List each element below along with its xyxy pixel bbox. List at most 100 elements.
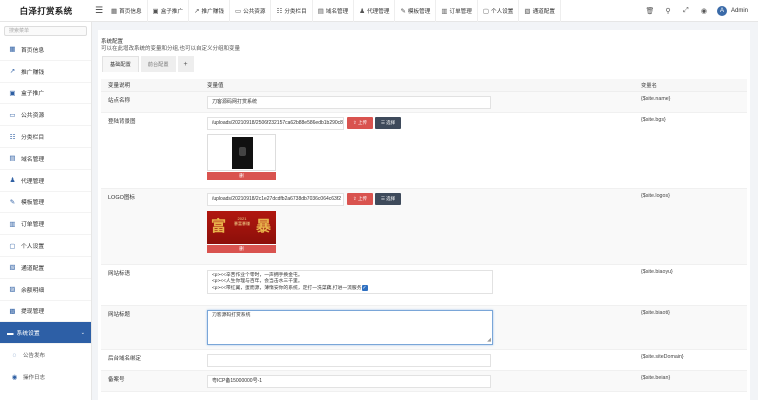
table-row: 站点名称 刀客源码网打赏系统 {$site.name} <box>101 92 747 113</box>
sidebar-item-order[interactable]: ▥ 订单管理 <box>0 213 91 236</box>
tab-frontend[interactable]: 前台配置 <box>140 56 176 72</box>
sidebar-item-agent[interactable]: ♟ 代理管理 <box>0 170 91 192</box>
beian-input[interactable]: 粤ICP备15000000号-1 <box>207 375 491 388</box>
share-icon: ↗ <box>9 68 16 76</box>
sidebar-item-withdraw[interactable]: ▩ 提现管理 <box>0 301 91 323</box>
notice-icon: ◌ <box>12 351 17 359</box>
bg-upload-button[interactable]: ⇪ 上传 <box>347 117 373 129</box>
topnav-item-share[interactable]: ↗ 推广赚钱 <box>189 0 230 22</box>
table-row: LOGO图标 /uploads/20210918/2c1e27dcdfb2a67… <box>101 189 747 265</box>
row-var: {$site.biaoyu} <box>641 269 673 275</box>
row-var: {$site.siteDomain} <box>641 354 684 360</box>
config-card: 系统配置 可以在此增改系统的变量和分组,也可以自定义分组和变量 基础配置 前台配… <box>98 30 750 400</box>
row-var: {$site.biaoti} <box>641 310 670 316</box>
topnav-item-order[interactable]: ▥ 订单管理 <box>436 0 478 22</box>
table-row: 网站标题 刀客源码打赏系统 ◢ {$site.biaoti} <box>101 306 747 350</box>
row-label: LOGO图标 <box>108 195 135 201</box>
fullscreen-icon[interactable]: ⤢ <box>677 0 695 22</box>
sidebar: 搜索菜单 ▦ 首页信息 ↗ 推广赚钱 ▣ 盒子推广 ▭ 公共资源 ☷ 分类栏目 ▤ 域名管理… <box>0 22 92 400</box>
main-content: 系统配置 可以在此增改系统的变量和分组,也可以自定义分组和变量 基础配置 前台配… <box>92 22 758 400</box>
sidebar-item-system[interactable]: ▬ 系统设置 ⌄ <box>0 322 91 345</box>
sidebar-item-category[interactable]: ☷ 分类栏目 <box>0 126 91 148</box>
row-label: 站点名称 <box>108 98 131 104</box>
mask-emblem-icon <box>239 147 246 156</box>
home-icon: ▦ <box>9 46 16 54</box>
bg-image-path-input[interactable]: /uploads/20210918/2506f232157ca62b88e586… <box>207 117 344 130</box>
sidebar-item-balance[interactable]: ▨ 余额明细 <box>0 279 91 301</box>
broadcast-icon[interactable]: ◉ <box>695 0 713 22</box>
template-icon: ✎ <box>400 7 406 15</box>
sidebar-item-resource[interactable]: ▭ 公共资源 <box>0 104 91 127</box>
sidebar-item-home[interactable]: ▦ 首页信息 <box>0 39 91 61</box>
topnav-item-template[interactable]: ✎ 模板管理 <box>395 0 437 22</box>
logo-mid-text: 2021 暴富暴赚 <box>234 216 250 226</box>
topnav-item-domain[interactable]: ▤ 域名管理 <box>313 0 355 22</box>
logo-select-button[interactable]: ☰ 选择 <box>375 193 401 205</box>
add-tab-button[interactable]: + <box>177 56 194 72</box>
home-icon: ▦ <box>111 7 118 15</box>
menu-toggle-icon[interactable]: ☰ <box>92 0 106 22</box>
resize-handle-icon[interactable]: ◢ <box>487 337 491 343</box>
site-title-textarea[interactable]: 刀客源码打赏系统 ◢ <box>207 310 493 345</box>
user-menu[interactable]: A Admin <box>713 6 758 16</box>
config-tabs: 基础配置 前台配置 + <box>102 56 196 72</box>
user-name: Admin <box>730 8 748 14</box>
row-label: 网站标语 <box>108 271 131 277</box>
table-row: 后台域名绑定 {$site.siteDomain} <box>101 350 747 371</box>
page-description: 可以在此增改系统的变量和分组,也可以自定义分组和变量 <box>101 46 241 52</box>
sidebar-search-input[interactable]: 搜索菜单 <box>4 26 87 36</box>
topnav-item-category[interactable]: ☷ 分类栏目 <box>271 0 313 22</box>
topnav-item-resource[interactable]: ▭ 公共资源 <box>230 0 272 22</box>
top-header: 白泽打赏系统 ☰ ▦ 首页信息 ▣ 盒子推广 ↗ 推广赚钱 ▭ 公共资源 ☷ 分类栏目 ▤… <box>0 0 758 22</box>
avatar: A <box>716 6 727 16</box>
topnav-item-box[interactable]: ▣ 盒子推广 <box>148 0 190 22</box>
bg-delete-button[interactable]: 删 <box>207 172 276 180</box>
app-logo[interactable]: 白泽打赏系统 <box>0 0 92 22</box>
domain-input[interactable] <box>207 354 491 367</box>
row-label: 登陆背景图 <box>108 119 136 125</box>
bg-thumbnail <box>232 137 253 169</box>
log-icon: ◉ <box>11 373 18 381</box>
user-icon: ▢ <box>9 242 16 250</box>
slogan-textarea[interactable]: <p><<辛苦作业个零时，一声拥手换金屯。 <p><<人生你理与百年，会当击水三… <box>207 270 493 294</box>
sidebar-item-box[interactable]: ▣ 盒子推广 <box>0 83 91 105</box>
tab-basic[interactable]: 基础配置 <box>102 56 139 72</box>
share-icon: ↗ <box>194 7 200 15</box>
header-tools: 🗑 ⚲ ⤢ ◉ A Admin <box>641 0 758 22</box>
sidebar-item-promote[interactable]: ↗ 推广赚钱 <box>0 61 91 83</box>
sidebar-subitem-notice[interactable]: ◌ 公告发布 <box>0 344 91 366</box>
box-icon: ▣ <box>9 89 16 97</box>
withdraw-icon: ▩ <box>9 307 16 315</box>
topnav-item-user[interactable]: ▢ 个人设置 <box>478 0 520 22</box>
row-var: {$site.name} <box>641 96 671 102</box>
folder-icon: ▭ <box>234 7 242 15</box>
config-table: 变量说明 变量值 变量名 站点名称 刀客源码网打赏系统 {$site.name}… <box>101 79 747 392</box>
bg-image-preview <box>207 134 276 171</box>
sidebar-item-domain[interactable]: ▤ 域名管理 <box>0 148 91 170</box>
sidebar-subitem-log[interactable]: ◉ 操作日志 <box>0 365 91 388</box>
logo-upload-button[interactable]: ⇪ 上传 <box>347 193 373 205</box>
column-header-value: 变量值 <box>207 83 224 89</box>
sidebar-item-profile[interactable]: ▢ 个人设置 <box>0 235 91 257</box>
topnav-item-home[interactable]: ▦ 首页信息 <box>106 0 148 22</box>
logo-path-input[interactable]: /uploads/20210918/2c1e27dcdfb2a6738db703… <box>207 193 344 206</box>
channel-icon: ▧ <box>524 7 531 15</box>
table-row: 备案号 粤ICP备15000000号-1 {$site.beian} <box>101 371 747 392</box>
wallet-icon: ▨ <box>9 286 16 294</box>
column-header-var: 变量名 <box>641 83 657 89</box>
row-var: {$site.bgs} <box>641 117 666 123</box>
tool-icon[interactable]: ⚲ <box>659 0 677 22</box>
list-icon: ☷ <box>9 133 16 141</box>
sidebar-item-template[interactable]: ✎ 模板管理 <box>0 192 91 214</box>
logo-delete-button[interactable]: 删 <box>207 245 276 253</box>
bg-select-button[interactable]: ☰ 选择 <box>375 117 401 129</box>
list-icon: ☷ <box>276 7 283 15</box>
agent-icon: ♟ <box>359 7 366 15</box>
site-name-input[interactable]: 刀客源码网打赏系统 <box>207 96 491 109</box>
trash-icon[interactable]: 🗑 <box>641 0 659 22</box>
topnav-item-agent[interactable]: ♟ 代理管理 <box>354 0 396 22</box>
table-row: 网站标语 <p><<辛苦作业个零时，一声拥手换金屯。 <p><<人生你理与百年，… <box>101 265 747 306</box>
sidebar-item-channel[interactable]: ▧ 通道配置 <box>0 257 91 279</box>
table-header: 变量说明 变量值 变量名 <box>101 79 747 92</box>
topnav-item-channel[interactable]: ▧ 通道配置 <box>519 0 561 22</box>
